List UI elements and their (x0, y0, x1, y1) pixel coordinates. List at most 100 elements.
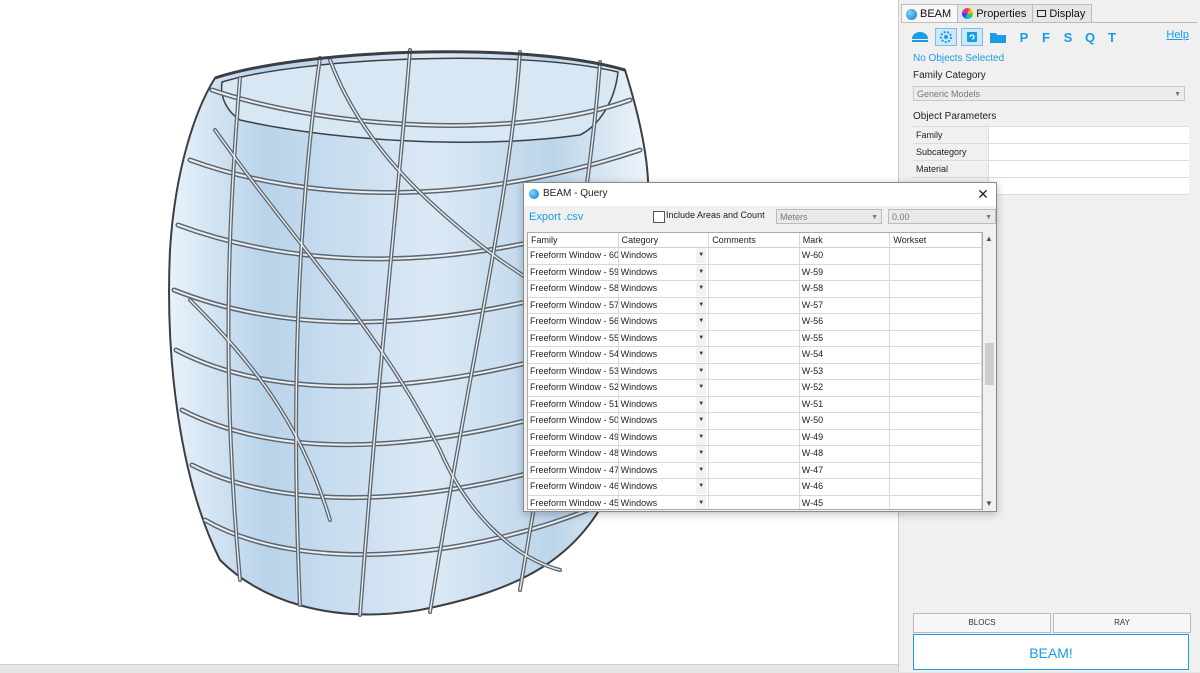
column-header-family[interactable]: Family (528, 233, 619, 247)
table-row[interactable]: Freeform Window - 52 Windows ▼ W-52 (528, 380, 982, 397)
chevron-down-icon[interactable]: ▼ (696, 495, 707, 509)
cell-family[interactable]: Freeform Window - 50 (528, 413, 619, 429)
table-row[interactable]: Freeform Window - 57 Windows ▼ W-57 (528, 297, 982, 314)
cell-family[interactable]: Freeform Window - 47 (528, 462, 619, 478)
dialog-titlebar[interactable]: BEAM - Query ✕ (524, 183, 996, 206)
cell-workset[interactable] (890, 281, 982, 297)
cell-workset[interactable] (890, 429, 982, 445)
cell-comments[interactable] (709, 380, 800, 396)
toolbar-f-button[interactable]: F (1035, 30, 1057, 45)
cell-family[interactable]: Freeform Window - 45 (528, 495, 619, 509)
cell-workset[interactable] (890, 413, 982, 429)
cell-family[interactable]: Freeform Window - 55 (528, 330, 619, 346)
cell-mark[interactable]: W-47 (800, 462, 891, 478)
column-header-mark[interactable]: Mark (800, 233, 891, 247)
cell-mark[interactable]: W-55 (800, 330, 891, 346)
blocs-button[interactable]: BLOCS (913, 613, 1051, 633)
cell-workset[interactable] (890, 264, 982, 280)
column-header-category[interactable]: Category (619, 233, 710, 247)
toolbar-p-button[interactable]: P (1013, 30, 1035, 45)
column-header-comments[interactable]: Comments (709, 233, 800, 247)
table-row[interactable]: Freeform Window - 46 Windows ▼ W-46 (528, 479, 982, 496)
family-category-select[interactable]: Generic Models ▼ (913, 86, 1185, 101)
cell-workset[interactable] (890, 297, 982, 313)
cell-comments[interactable] (709, 330, 800, 346)
chevron-down-icon[interactable]: ▼ (696, 248, 707, 263)
chevron-down-icon[interactable]: ▼ (696, 363, 707, 379)
cell-mark[interactable]: W-51 (800, 396, 891, 412)
cell-family[interactable]: Freeform Window - 58 (528, 281, 619, 297)
cell-category[interactable]: Windows ▼ (619, 363, 710, 379)
cell-workset[interactable] (890, 462, 982, 478)
cell-family[interactable]: Freeform Window - 48 (528, 446, 619, 462)
units-select[interactable]: Meters ▼ (776, 209, 882, 224)
cell-category[interactable]: Windows ▼ (619, 462, 710, 478)
chevron-down-icon[interactable]: ▼ (696, 314, 707, 329)
cell-comments[interactable] (709, 314, 800, 330)
cell-workset[interactable] (890, 479, 982, 495)
table-scrollbar[interactable]: ▲ ▼ (983, 232, 996, 510)
param-value-field[interactable] (989, 161, 1189, 177)
cell-category[interactable]: Windows ▼ (619, 347, 710, 363)
cell-mark[interactable]: W-45 (800, 495, 891, 509)
cell-category[interactable]: Windows ▼ (619, 314, 710, 330)
beam-button[interactable]: BEAM! (913, 634, 1189, 670)
cell-family[interactable]: Freeform Window - 54 (528, 347, 619, 363)
cell-comments[interactable] (709, 396, 800, 412)
cell-workset[interactable] (890, 495, 982, 509)
include-areas-checkbox[interactable] (653, 211, 665, 223)
chevron-down-icon[interactable]: ▼ (696, 429, 707, 445)
cell-comments[interactable] (709, 446, 800, 462)
cell-workset[interactable] (890, 380, 982, 396)
cell-comments[interactable] (709, 462, 800, 478)
cell-category[interactable]: Windows ▼ (619, 264, 710, 280)
scroll-down-icon[interactable]: ▼ (985, 499, 993, 508)
cell-category[interactable]: Windows ▼ (619, 446, 710, 462)
table-row[interactable]: Freeform Window - 47 Windows ▼ W-47 (528, 462, 982, 479)
cell-workset[interactable] (890, 347, 982, 363)
cell-category[interactable]: Windows ▼ (619, 380, 710, 396)
param-value-field[interactable] (989, 144, 1189, 160)
hemisphere-icon[interactable] (909, 28, 931, 46)
table-row[interactable]: Freeform Window - 53 Windows ▼ W-53 (528, 363, 982, 380)
cell-workset[interactable] (890, 330, 982, 346)
table-row[interactable]: Freeform Window - 58 Windows ▼ W-58 (528, 281, 982, 298)
cell-family[interactable]: Freeform Window - 53 (528, 363, 619, 379)
toolbar-t-button[interactable]: T (1101, 30, 1123, 45)
export-csv-link[interactable]: Export .csv (529, 211, 583, 223)
cell-workset[interactable] (890, 248, 982, 264)
cell-family[interactable]: Freeform Window - 60 (528, 248, 619, 264)
chevron-down-icon[interactable]: ▼ (696, 297, 707, 313)
cell-category[interactable]: Windows ▼ (619, 479, 710, 495)
cell-comments[interactable] (709, 264, 800, 280)
cell-family[interactable]: Freeform Window - 46 (528, 479, 619, 495)
tab-properties[interactable]: Properties (957, 4, 1034, 22)
cell-category[interactable]: Windows ▼ (619, 297, 710, 313)
param-value-field[interactable] (989, 127, 1189, 143)
tab-beam[interactable]: BEAM (901, 4, 959, 23)
cell-mark[interactable]: W-53 (800, 363, 891, 379)
table-row[interactable]: Freeform Window - 59 Windows ▼ W-59 (528, 264, 982, 281)
cell-mark[interactable]: W-60 (800, 248, 891, 264)
cell-category[interactable]: Windows ▼ (619, 495, 710, 509)
cell-workset[interactable] (890, 314, 982, 330)
precision-select[interactable]: 0.00 ▼ (888, 209, 996, 224)
cell-family[interactable]: Freeform Window - 51 (528, 396, 619, 412)
cell-workset[interactable] (890, 396, 982, 412)
cell-family[interactable]: Freeform Window - 49 (528, 429, 619, 445)
cell-category[interactable]: Windows ▼ (619, 248, 710, 264)
cell-category[interactable]: Windows ▼ (619, 281, 710, 297)
chevron-down-icon[interactable]: ▼ (696, 446, 707, 461)
cell-mark[interactable]: W-48 (800, 446, 891, 462)
param-value-field[interactable] (989, 178, 1189, 194)
cell-workset[interactable] (890, 446, 982, 462)
cell-comments[interactable] (709, 495, 800, 509)
table-row[interactable]: Freeform Window - 56 Windows ▼ W-56 (528, 314, 982, 331)
help-link[interactable]: Help (1166, 29, 1189, 41)
cell-mark[interactable]: W-49 (800, 429, 891, 445)
cell-comments[interactable] (709, 347, 800, 363)
chevron-down-icon[interactable]: ▼ (696, 281, 707, 296)
grid-select-icon[interactable] (935, 28, 957, 46)
cell-comments[interactable] (709, 363, 800, 379)
scroll-up-icon[interactable]: ▲ (985, 234, 993, 243)
